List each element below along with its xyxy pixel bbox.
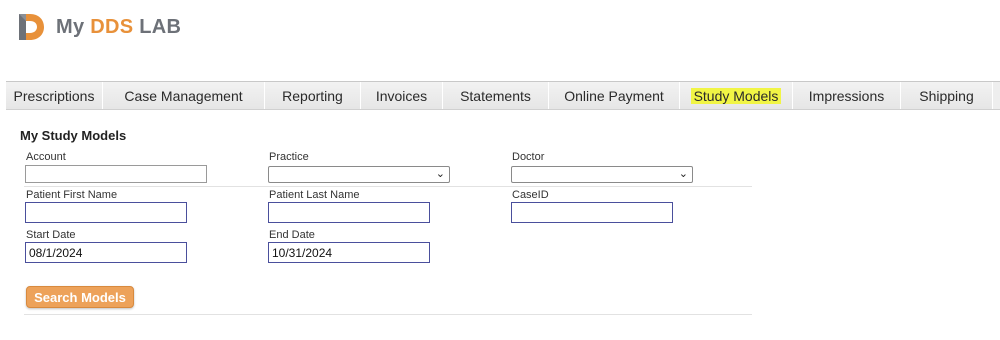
doctor-label: Doctor — [512, 151, 545, 163]
tab-online-payment[interactable]: Online Payment — [549, 82, 680, 109]
practice-select[interactable]: ⌄ — [268, 166, 450, 183]
tab-label: Impressions — [808, 87, 885, 104]
tab-prescriptions[interactable]: Prescriptions — [6, 82, 103, 109]
page-title: My Study Models — [20, 128, 127, 143]
end-date-input[interactable] — [268, 242, 430, 263]
first-name-label: Patient First Name — [26, 189, 118, 201]
chevron-down-icon: ⌄ — [435, 168, 445, 180]
account-label: Account — [26, 151, 66, 163]
last-name-label: Patient Last Name — [269, 189, 360, 201]
divider — [24, 314, 752, 315]
practice-label: Practice — [269, 151, 309, 163]
tab-label: Invoices — [375, 87, 428, 104]
tab-invoices[interactable]: Invoices — [361, 82, 443, 109]
tab-label: Prescriptions — [13, 87, 95, 104]
dds-logo-icon — [19, 14, 44, 40]
brand-name-my: My — [56, 15, 91, 38]
end-date-label: End Date — [269, 229, 315, 241]
main-nav: Prescriptions Case Management Reporting … — [6, 81, 1000, 110]
divider — [24, 186, 752, 187]
chevron-down-icon: ⌄ — [678, 168, 688, 180]
search-models-button[interactable]: Search Models — [26, 286, 134, 308]
brand-name-lab: LAB — [133, 15, 182, 38]
tab-label: Statements — [460, 87, 531, 104]
tab-label: Reporting — [282, 87, 343, 104]
caseid-label: CaseID — [512, 189, 549, 201]
start-date-input[interactable] — [25, 242, 187, 263]
tab-case-management[interactable]: Case Management — [103, 82, 265, 109]
first-name-input[interactable] — [25, 202, 187, 223]
tab-label: Case Management — [124, 87, 243, 104]
brand-name: My DDS LAB — [56, 16, 181, 39]
tab-label: Shipping — [919, 87, 974, 104]
start-date-label: Start Date — [26, 229, 76, 241]
tab-impressions[interactable]: Impressions — [793, 82, 901, 109]
tab-label-active: Study Models — [690, 87, 782, 104]
tab-reporting[interactable]: Reporting — [265, 82, 361, 109]
brand-logo: My DDS LAB — [16, 10, 181, 44]
caseid-input[interactable] — [511, 202, 673, 223]
account-input[interactable] — [25, 165, 207, 183]
tab-label: Online Payment — [564, 87, 664, 104]
doctor-select[interactable]: ⌄ — [511, 166, 693, 183]
tab-study-models[interactable]: Study Models — [680, 82, 793, 109]
tab-statements[interactable]: Statements — [443, 82, 549, 109]
last-name-input[interactable] — [268, 202, 430, 223]
tab-shipping[interactable]: Shipping — [901, 82, 993, 109]
brand-name-dds: DDS — [90, 15, 134, 38]
